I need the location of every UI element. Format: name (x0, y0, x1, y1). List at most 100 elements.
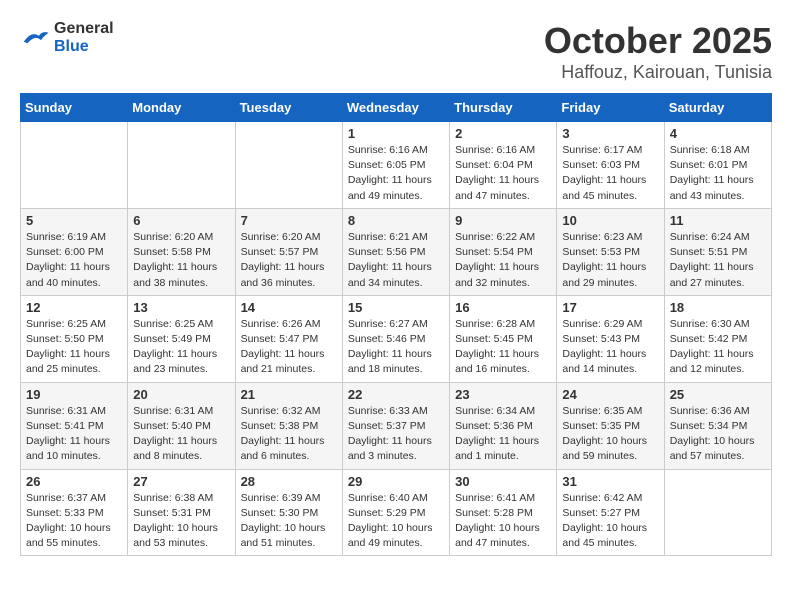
weekday-header: Friday (557, 94, 664, 122)
day-info: Sunrise: 6:25 AM Sunset: 5:50 PM Dayligh… (26, 317, 122, 378)
day-info: Sunrise: 6:26 AM Sunset: 5:47 PM Dayligh… (241, 317, 337, 378)
day-number: 29 (348, 474, 444, 489)
weekday-header: Monday (128, 94, 235, 122)
calendar-cell (128, 122, 235, 209)
calendar-header-row: SundayMondayTuesdayWednesdayThursdayFrid… (21, 94, 772, 122)
calendar-cell: 18 Sunrise: 6:30 AM Sunset: 5:42 PM Dayli… (664, 295, 771, 382)
calendar-cell: 26Sunrise: 6:37 AM Sunset: 5:33 PM Dayli… (21, 469, 128, 556)
day-info: Sunrise: 6:42 AM Sunset: 5:27 PM Dayligh… (562, 491, 658, 552)
day-number: 6 (133, 213, 229, 228)
day-number: 12 (26, 300, 122, 315)
day-number: 16 (455, 300, 551, 315)
calendar-cell: 15 Sunrise: 6:27 AM Sunset: 5:46 PM Dayli… (342, 295, 449, 382)
calendar-cell: 21 Sunrise: 6:32 AM Sunset: 5:38 PM Dayli… (235, 382, 342, 469)
calendar-cell: 16 Sunrise: 6:28 AM Sunset: 5:45 PM Dayli… (450, 295, 557, 382)
logo-bird-icon (20, 26, 50, 50)
day-number: 4 (670, 126, 766, 141)
weekday-header: Sunday (21, 94, 128, 122)
day-number: 21 (241, 387, 337, 402)
day-info: Sunrise: 6:18 AM Sunset: 6:01 PM Dayligh… (670, 143, 766, 204)
day-number: 7 (241, 213, 337, 228)
calendar-week-row: 26Sunrise: 6:37 AM Sunset: 5:33 PM Dayli… (21, 469, 772, 556)
calendar-cell: 2 Sunrise: 6:16 AM Sunset: 6:04 PM Daylig… (450, 122, 557, 209)
day-info: Sunrise: 6:28 AM Sunset: 5:45 PM Dayligh… (455, 317, 551, 378)
calendar-cell: 5 Sunrise: 6:19 AM Sunset: 6:00 PM Daylig… (21, 208, 128, 295)
day-number: 24 (562, 387, 658, 402)
day-info: Sunrise: 6:23 AM Sunset: 5:53 PM Dayligh… (562, 230, 658, 291)
calendar-cell: 17 Sunrise: 6:29 AM Sunset: 5:43 PM Dayli… (557, 295, 664, 382)
weekday-header: Saturday (664, 94, 771, 122)
day-info: Sunrise: 6:31 AM Sunset: 5:41 PM Dayligh… (26, 404, 122, 465)
day-info: Sunrise: 6:37 AM Sunset: 5:33 PM Dayligh… (26, 491, 122, 552)
calendar-cell: 12 Sunrise: 6:25 AM Sunset: 5:50 PM Dayli… (21, 295, 128, 382)
page-header: General Blue October 2025 Haffouz, Kairo… (20, 20, 772, 83)
calendar-cell: 23 Sunrise: 6:34 AM Sunset: 5:36 PM Dayli… (450, 382, 557, 469)
logo-text: General Blue (54, 20, 114, 56)
calendar-cell (235, 122, 342, 209)
day-number: 18 (670, 300, 766, 315)
title-block: October 2025 Haffouz, Kairouan, Tunisia (544, 20, 772, 83)
calendar-cell: 19 Sunrise: 6:31 AM Sunset: 5:41 PM Dayli… (21, 382, 128, 469)
day-number: 19 (26, 387, 122, 402)
day-info: Sunrise: 6:35 AM Sunset: 5:35 PM Dayligh… (562, 404, 658, 465)
day-info: Sunrise: 6:31 AM Sunset: 5:40 PM Dayligh… (133, 404, 229, 465)
calendar-cell: 1 Sunrise: 6:16 AM Sunset: 6:05 PM Daylig… (342, 122, 449, 209)
weekday-header: Wednesday (342, 94, 449, 122)
calendar-cell: 3Sunrise: 6:17 AM Sunset: 6:03 PM Daylig… (557, 122, 664, 209)
day-info: Sunrise: 6:40 AM Sunset: 5:29 PM Dayligh… (348, 491, 444, 552)
day-number: 28 (241, 474, 337, 489)
day-info: Sunrise: 6:17 AM Sunset: 6:03 PM Dayligh… (562, 143, 658, 204)
calendar-cell (664, 469, 771, 556)
calendar-cell: 30Sunrise: 6:41 AM Sunset: 5:28 PM Dayli… (450, 469, 557, 556)
day-number: 2 (455, 126, 551, 141)
day-number: 13 (133, 300, 229, 315)
day-info: Sunrise: 6:20 AM Sunset: 5:58 PM Dayligh… (133, 230, 229, 291)
day-info: Sunrise: 6:16 AM Sunset: 6:05 PM Dayligh… (348, 143, 444, 204)
day-number: 8 (348, 213, 444, 228)
calendar-cell: 8Sunrise: 6:21 AM Sunset: 5:56 PM Daylig… (342, 208, 449, 295)
day-number: 5 (26, 213, 122, 228)
day-number: 17 (562, 300, 658, 315)
day-info: Sunrise: 6:36 AM Sunset: 5:34 PM Dayligh… (670, 404, 766, 465)
day-number: 10 (562, 213, 658, 228)
logo-blue: Blue (54, 38, 89, 55)
weekday-header: Tuesday (235, 94, 342, 122)
calendar-cell: 10 Sunrise: 6:23 AM Sunset: 5:53 PM Dayli… (557, 208, 664, 295)
calendar-week-row: 1 Sunrise: 6:16 AM Sunset: 6:05 PM Daylig… (21, 122, 772, 209)
calendar-table: SundayMondayTuesdayWednesdayThursdayFrid… (20, 93, 772, 556)
logo: General Blue (20, 20, 114, 56)
weekday-header: Thursday (450, 94, 557, 122)
month-title: October 2025 (544, 20, 772, 62)
day-number: 23 (455, 387, 551, 402)
location-title: Haffouz, Kairouan, Tunisia (544, 62, 772, 83)
calendar-cell: 14Sunrise: 6:26 AM Sunset: 5:47 PM Dayli… (235, 295, 342, 382)
day-info: Sunrise: 6:27 AM Sunset: 5:46 PM Dayligh… (348, 317, 444, 378)
day-info: Sunrise: 6:32 AM Sunset: 5:38 PM Dayligh… (241, 404, 337, 465)
day-number: 9 (455, 213, 551, 228)
calendar-cell: 27Sunrise: 6:38 AM Sunset: 5:31 PM Dayli… (128, 469, 235, 556)
day-info: Sunrise: 6:34 AM Sunset: 5:36 PM Dayligh… (455, 404, 551, 465)
day-number: 1 (348, 126, 444, 141)
calendar-cell: 13Sunrise: 6:25 AM Sunset: 5:49 PM Dayli… (128, 295, 235, 382)
day-info: Sunrise: 6:19 AM Sunset: 6:00 PM Dayligh… (26, 230, 122, 291)
day-info: Sunrise: 6:16 AM Sunset: 6:04 PM Dayligh… (455, 143, 551, 204)
day-info: Sunrise: 6:24 AM Sunset: 5:51 PM Dayligh… (670, 230, 766, 291)
day-number: 22 (348, 387, 444, 402)
calendar-cell: 7Sunrise: 6:20 AM Sunset: 5:57 PM Daylig… (235, 208, 342, 295)
calendar-cell: 4 Sunrise: 6:18 AM Sunset: 6:01 PM Daylig… (664, 122, 771, 209)
day-info: Sunrise: 6:39 AM Sunset: 5:30 PM Dayligh… (241, 491, 337, 552)
day-info: Sunrise: 6:29 AM Sunset: 5:43 PM Dayligh… (562, 317, 658, 378)
calendar-cell: 11 Sunrise: 6:24 AM Sunset: 5:51 PM Dayli… (664, 208, 771, 295)
day-number: 15 (348, 300, 444, 315)
day-number: 11 (670, 213, 766, 228)
logo-general: General (54, 20, 114, 37)
calendar-week-row: 5 Sunrise: 6:19 AM Sunset: 6:00 PM Daylig… (21, 208, 772, 295)
day-info: Sunrise: 6:30 AM Sunset: 5:42 PM Dayligh… (670, 317, 766, 378)
day-number: 25 (670, 387, 766, 402)
calendar-cell: 31Sunrise: 6:42 AM Sunset: 5:27 PM Dayli… (557, 469, 664, 556)
day-info: Sunrise: 6:22 AM Sunset: 5:54 PM Dayligh… (455, 230, 551, 291)
calendar-cell: 20Sunrise: 6:31 AM Sunset: 5:40 PM Dayli… (128, 382, 235, 469)
day-info: Sunrise: 6:33 AM Sunset: 5:37 PM Dayligh… (348, 404, 444, 465)
calendar-cell: 25 Sunrise: 6:36 AM Sunset: 5:34 PM Dayli… (664, 382, 771, 469)
calendar-cell: 29 Sunrise: 6:40 AM Sunset: 5:29 PM Dayli… (342, 469, 449, 556)
